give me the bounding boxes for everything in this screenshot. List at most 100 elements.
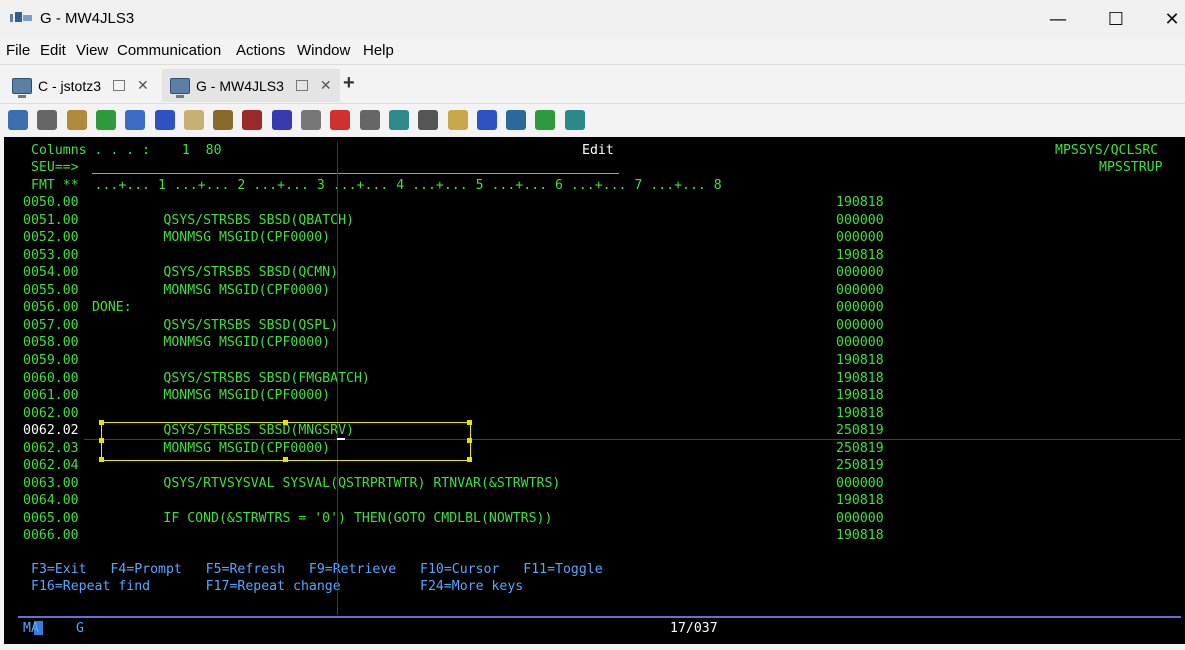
terminal-screen[interactable]: Columns . . . : 1 80 Edit MPSSYS/QCLSRC … [4, 137, 1185, 644]
tab-session-g[interactable]: G - MW4JLS3 ✕ [162, 69, 340, 102]
screen-capture-icon[interactable] [564, 110, 585, 130]
play-macro-icon[interactable] [388, 110, 409, 130]
member-name: MPSSTRUP [1099, 160, 1163, 175]
maximize-button[interactable]: ☐ [1087, 0, 1145, 38]
send-file-icon[interactable] [535, 110, 556, 130]
selection-handle[interactable] [467, 420, 472, 425]
cursor-position: 17/037 [670, 621, 718, 636]
menu-view[interactable]: View [76, 42, 108, 59]
tab-session-c[interactable]: C - jstotz3 ✕ [4, 69, 157, 102]
menu-help[interactable]: Help [363, 42, 394, 59]
sequence-number[interactable]: 0062.00 [23, 406, 79, 422]
sequence-number[interactable]: 0063.00 [23, 476, 79, 492]
source-statement[interactable]: QSYS/STRSBS SBSD(QSPL) [84, 318, 338, 334]
sequence-number[interactable]: 0051.00 [23, 213, 79, 229]
seu-prompt-label: SEU==> [31, 160, 79, 175]
stop-icon[interactable] [359, 110, 380, 130]
sequence-number[interactable]: 0059.00 [23, 353, 79, 369]
sequence-number[interactable]: 0062.03 [23, 441, 79, 457]
macro-icon[interactable] [242, 110, 263, 130]
sequence-number[interactable]: 0061.00 [23, 388, 79, 404]
sequence-number[interactable]: 0062.02 [23, 423, 79, 439]
source-statement[interactable]: DONE: [84, 300, 132, 316]
copy-icon[interactable] [37, 110, 58, 130]
change-date: 000000 [836, 265, 884, 281]
paste-icon[interactable] [66, 110, 87, 130]
tab-close-icon[interactable]: ✕ [320, 77, 332, 94]
change-date: 190818 [836, 247, 884, 263]
sequence-number[interactable]: 0064.00 [23, 493, 79, 509]
sequence-number[interactable]: 0060.00 [23, 371, 79, 387]
change-date: 000000 [836, 300, 884, 316]
change-date: 190818 [836, 493, 884, 509]
selection-handle[interactable] [99, 457, 104, 462]
source-statement[interactable]: MONMSG MSGID(CPF0000) [84, 335, 330, 351]
keypad-icon[interactable] [271, 110, 292, 130]
sequence-number[interactable]: 0065.00 [23, 511, 79, 527]
selection-box[interactable] [101, 422, 471, 461]
toolbar [0, 103, 1185, 138]
sequence-number[interactable]: 0058.00 [23, 335, 79, 351]
selection-handle[interactable] [283, 420, 288, 425]
settings-icon[interactable] [506, 110, 527, 130]
print-screen-icon[interactable] [418, 110, 439, 130]
tab-close-icon[interactable]: ✕ [137, 77, 149, 94]
change-date: 000000 [836, 510, 884, 526]
source-statement[interactable]: MONMSG MSGID(CPF0000) [84, 230, 330, 246]
notes-icon[interactable] [183, 110, 204, 130]
selection-handle[interactable] [99, 438, 104, 443]
sequence-number[interactable]: 0053.00 [23, 248, 79, 264]
change-date: 000000 [836, 317, 884, 333]
mode-indicator: Edit [582, 143, 614, 158]
status-ma: MA [23, 621, 39, 636]
source-statement[interactable]: QSYS/STRSBS SBSD(QCMN) [84, 265, 338, 281]
navigator-icon[interactable] [154, 110, 175, 130]
source-statement[interactable]: MONMSG MSGID(CPF0000) [84, 283, 330, 299]
selection-handle[interactable] [467, 438, 472, 443]
sequence-number[interactable]: 0050.00 [23, 195, 79, 211]
record-macro-icon[interactable] [330, 110, 351, 130]
menu-actions[interactable]: Actions [236, 42, 285, 59]
title-bar: G - MW4JLS3 — ☐ ✕ [0, 0, 1185, 38]
sequence-number[interactable]: 0056.00 [23, 300, 79, 316]
tab-detach-icon[interactable] [295, 80, 308, 91]
receive-file-icon[interactable] [95, 110, 116, 130]
sequence-number[interactable]: 0057.00 [23, 318, 79, 334]
window-title: G - MW4JLS3 [40, 10, 135, 27]
change-date: 000000 [836, 282, 884, 298]
source-statement[interactable]: MONMSG MSGID(CPF0000) [84, 388, 330, 404]
tab-label: G - MW4JLS3 [196, 77, 284, 94]
source-statement[interactable]: IF COND(&STRWTRS = '0') THEN(GOTO CMDLBL… [84, 511, 552, 527]
package-icon[interactable] [213, 110, 234, 130]
save-icon[interactable] [125, 110, 146, 130]
source-statement[interactable]: QSYS/STRSBS SBSD(QBATCH) [84, 213, 354, 229]
sequence-number[interactable]: 0055.00 [23, 283, 79, 299]
change-date: 250819 [836, 440, 884, 456]
tab-detach-icon[interactable] [113, 80, 126, 91]
columns-indicator: Columns . . . : 1 80 [31, 143, 222, 158]
sequence-number[interactable]: 0054.00 [23, 265, 79, 281]
menu-window[interactable]: Window [297, 42, 350, 59]
seu-command-input[interactable] [92, 173, 619, 174]
change-date: 190818 [836, 195, 884, 210]
monitor-icon [12, 77, 32, 98]
menu-communication[interactable]: Communication [117, 42, 221, 59]
sequence-number[interactable]: 0066.00 [23, 528, 79, 544]
edit-tools-icon[interactable] [301, 110, 321, 130]
source-statement[interactable]: QSYS/STRSBS SBSD(FMGBATCH) [84, 371, 369, 387]
copy-append-icon[interactable] [8, 110, 28, 130]
selection-handle[interactable] [467, 457, 472, 462]
help-icon[interactable] [476, 110, 497, 130]
sequence-number[interactable]: 0052.00 [23, 230, 79, 246]
sequence-number[interactable]: 0062.04 [23, 458, 79, 474]
close-button[interactable]: ✕ [1143, 0, 1185, 38]
menu-edit[interactable]: Edit [40, 42, 66, 59]
selection-handle[interactable] [99, 420, 104, 425]
selection-handle[interactable] [283, 457, 288, 462]
source-statement[interactable]: QSYS/RTVSYSVAL SYSVAL(QSTRPRTWTR) RTNVAR… [84, 476, 560, 492]
minimize-button[interactable]: — [1029, 0, 1087, 38]
new-tab-button[interactable]: + [343, 72, 355, 95]
function-keys-row-2: F16=Repeat find F17=Repeat change F24=Mo… [31, 579, 524, 594]
clipboard-icon[interactable] [447, 110, 468, 130]
menu-file[interactable]: File [6, 42, 30, 59]
